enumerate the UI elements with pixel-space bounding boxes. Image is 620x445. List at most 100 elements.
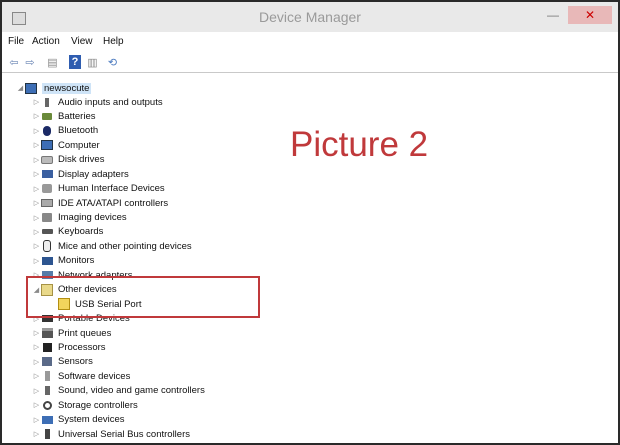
ide-icon xyxy=(41,198,53,209)
close-button[interactable]: ✕ xyxy=(568,6,612,24)
help-icon[interactable]: ? xyxy=(69,55,81,69)
minimize-button[interactable]: — xyxy=(542,6,564,24)
tree-category-item[interactable]: ▷ Sound, video and game controllers xyxy=(32,384,205,398)
picture-annotation-label: Picture 2 xyxy=(290,125,429,164)
sensors-icon xyxy=(41,356,53,367)
expand-arrow-icon[interactable]: ▷ xyxy=(32,257,41,265)
expand-arrow-icon[interactable]: ▷ xyxy=(32,343,41,351)
software-icon xyxy=(41,371,53,382)
tree-item-label: Mice and other pointing devices xyxy=(58,240,192,252)
storage-icon xyxy=(41,400,53,411)
tree-item-label: Print queues xyxy=(58,327,112,339)
processor-icon xyxy=(41,342,53,353)
printer-icon xyxy=(41,328,53,339)
tree-category-item[interactable]: ▷ Audio inputs and outputs xyxy=(32,95,163,109)
menu-action[interactable]: Action xyxy=(32,36,60,47)
keyboard-icon xyxy=(41,226,53,237)
mouse-icon xyxy=(41,240,53,253)
tree-item-label: Display adapters xyxy=(58,168,129,180)
tree-category-item[interactable]: ▷ Imaging devices xyxy=(32,211,127,225)
expand-arrow-icon[interactable]: ▷ xyxy=(32,185,41,193)
window-title: Device Manager xyxy=(259,9,361,25)
expand-arrow-icon[interactable]: ▷ xyxy=(32,156,41,164)
highlight-box xyxy=(26,276,260,318)
expand-arrow-icon[interactable]: ▷ xyxy=(32,358,41,366)
tree-category-item[interactable]: ▷ Human Interface Devices xyxy=(32,182,165,196)
expand-arrow-icon[interactable]: ▷ xyxy=(32,127,41,135)
tree-category-item[interactable]: ▷ Mice and other pointing devices xyxy=(32,239,192,253)
menu-file[interactable]: File xyxy=(8,36,24,47)
expand-arrow-icon[interactable]: ▷ xyxy=(32,430,41,438)
computer-icon xyxy=(41,140,53,151)
tree-item-label: Universal Serial Bus controllers xyxy=(58,428,190,440)
bt-icon xyxy=(41,125,53,136)
tree-root[interactable]: ◢ newsocute xyxy=(16,81,92,95)
title-bar[interactable]: Device Manager — ✕ xyxy=(2,2,618,32)
menu-view[interactable]: View xyxy=(71,36,93,47)
system-icon xyxy=(41,414,53,425)
sound-icon xyxy=(41,385,53,396)
toolbar: ⇦ ⇨ ▤ ? ▥ ⟲ xyxy=(2,52,618,73)
battery-icon xyxy=(41,111,53,122)
view-icon[interactable]: ▥ xyxy=(86,55,99,69)
tree-category-item[interactable]: ▷ Universal Serial Bus controllers xyxy=(32,427,190,441)
tree-item-label: System devices xyxy=(58,414,125,426)
tree-category-item[interactable]: ▷ Bluetooth xyxy=(32,124,98,138)
menu-bar: File Action View Help xyxy=(2,33,618,51)
monitor-icon xyxy=(41,255,53,266)
expand-arrow-icon[interactable]: ▷ xyxy=(32,416,41,424)
computer-icon xyxy=(25,82,37,94)
tree-item-label: Human Interface Devices xyxy=(58,183,165,195)
tree-category-item[interactable]: ▷ Software devices xyxy=(32,369,131,383)
expand-arrow-icon[interactable]: ▷ xyxy=(32,199,41,207)
expand-arrow-icon[interactable]: ▷ xyxy=(32,98,41,106)
tree-item-label: Software devices xyxy=(58,370,131,382)
expand-arrow-icon[interactable]: ▷ xyxy=(32,242,41,250)
tree-category-item[interactable]: ▷ Storage controllers xyxy=(32,398,138,412)
tree-item-label: Sound, video and game controllers xyxy=(58,385,205,397)
tree-item-label: Keyboards xyxy=(58,226,104,238)
tree-category-item[interactable]: ▷ Batteries xyxy=(32,109,96,123)
usb-icon xyxy=(41,429,53,440)
expand-arrow-icon[interactable]: ▷ xyxy=(32,214,41,222)
disk-icon xyxy=(41,154,53,165)
tree-item-label: Monitors xyxy=(58,255,95,267)
back-arrow-icon[interactable]: ⇦ xyxy=(8,55,20,69)
tree-item-label: Bluetooth xyxy=(58,125,99,137)
tree-item-label: Storage controllers xyxy=(58,399,138,411)
tree-item-label: Imaging devices xyxy=(58,212,127,224)
device-manager-window: Device Manager — ✕ File Action View Help… xyxy=(0,0,620,445)
tree-category-item[interactable]: ▷ IDE ATA/ATAPI controllers xyxy=(32,196,168,210)
tree-category-item[interactable]: ▷ Sensors xyxy=(32,355,93,369)
collapse-arrow-icon[interactable]: ◢ xyxy=(16,84,25,92)
tree-item-label: Computer xyxy=(58,139,100,151)
tree-category-item[interactable]: ▷ Processors xyxy=(32,340,106,354)
expand-arrow-icon[interactable]: ▷ xyxy=(32,141,41,149)
expand-arrow-icon[interactable]: ▷ xyxy=(32,372,41,380)
tree-category-item[interactable]: ▷ Keyboards xyxy=(32,225,104,239)
scan-hardware-icon[interactable]: ⟲ xyxy=(106,55,119,69)
expand-arrow-icon[interactable]: ▷ xyxy=(32,387,41,395)
expand-arrow-icon[interactable]: ▷ xyxy=(32,228,41,236)
expand-arrow-icon[interactable]: ▷ xyxy=(32,170,41,178)
forward-arrow-icon[interactable]: ⇨ xyxy=(24,55,36,69)
tree-root-label: newsocute xyxy=(42,82,92,94)
tree-item-label: Disk drives xyxy=(58,154,105,166)
expand-arrow-icon[interactable]: ▷ xyxy=(32,401,41,409)
tree-category-item[interactable]: ▷ Print queues xyxy=(32,326,112,340)
hid-icon xyxy=(41,183,53,194)
tree-item-label: Audio inputs and outputs xyxy=(58,96,163,108)
tree-category-item[interactable]: ▷ Computer xyxy=(32,138,100,152)
properties-icon[interactable]: ▤ xyxy=(46,55,59,69)
tree-category-item[interactable]: ▷ System devices xyxy=(32,413,125,427)
tree-category-item[interactable]: ▷ Disk drives xyxy=(32,153,105,167)
audio-icon xyxy=(41,97,53,108)
tree-item-label: Sensors xyxy=(58,356,93,368)
menu-help[interactable]: Help xyxy=(103,36,124,47)
tree-category-item[interactable]: ▷ Monitors xyxy=(32,254,95,268)
expand-arrow-icon[interactable]: ▷ xyxy=(32,329,41,337)
tree-item-label: IDE ATA/ATAPI controllers xyxy=(58,197,169,209)
tree-category-item[interactable]: ▷ Display adapters xyxy=(32,167,129,181)
expand-arrow-icon[interactable]: ▷ xyxy=(32,112,41,120)
display-icon xyxy=(41,169,53,180)
